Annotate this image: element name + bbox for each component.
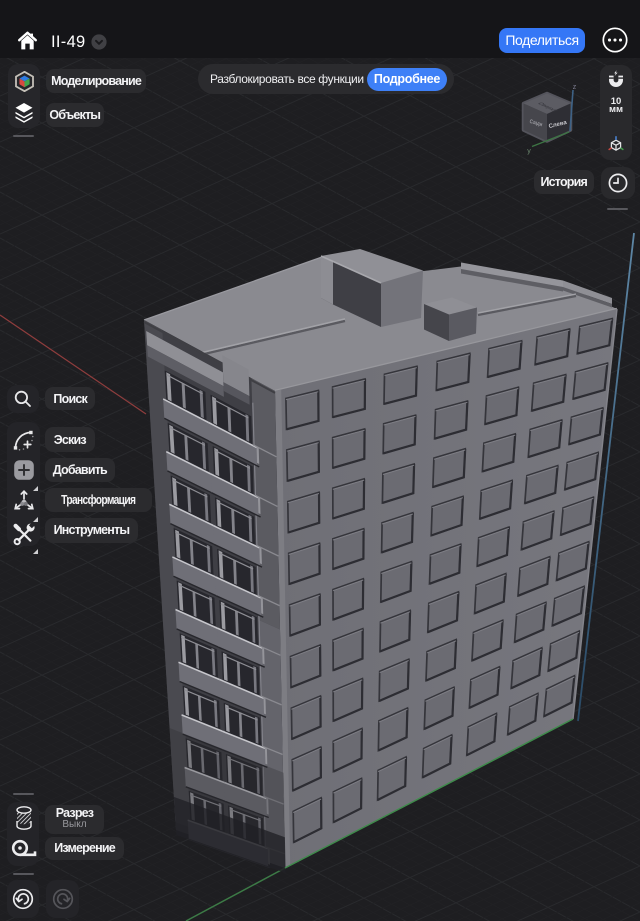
svg-text:y: y [527, 148, 531, 155]
svg-text:z: z [573, 84, 577, 91]
